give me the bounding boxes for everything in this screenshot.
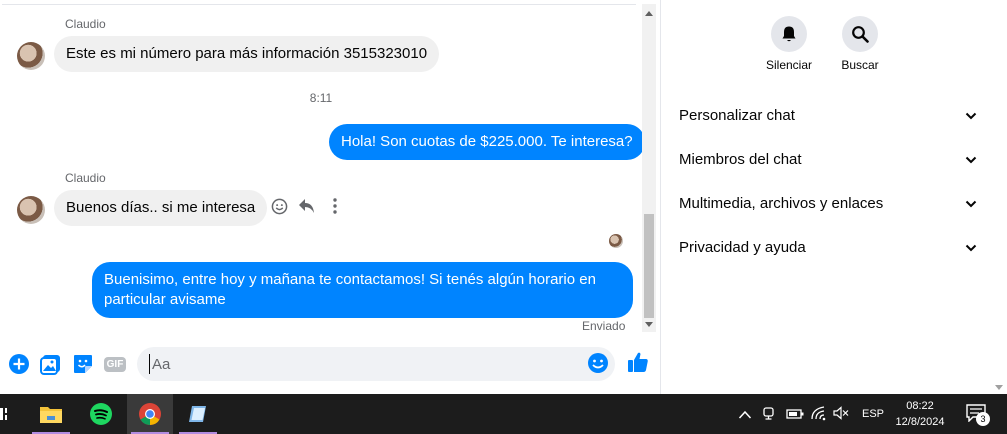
language-indicator[interactable]: ESP	[862, 394, 884, 434]
message-bubble-incoming[interactable]: Buenos días.. si me interesa	[54, 190, 268, 226]
section-privacy-help[interactable]: Privacidad y ayuda	[679, 235, 977, 259]
message-bubble-incoming[interactable]: Este es mi número para más información 3…	[54, 36, 440, 72]
sender-name: Claudio	[65, 171, 106, 185]
page-scrollbar[interactable]	[992, 0, 1007, 394]
message-input-box	[137, 347, 615, 381]
scroll-up-icon[interactable]	[645, 11, 653, 16]
clock-date: 12/8/2024	[895, 416, 945, 428]
delivery-status: Enviado	[582, 319, 626, 333]
section-label: Multimedia, archivos y enlaces	[679, 194, 884, 212]
gif-icon[interactable]: GIF	[103, 352, 127, 376]
taskbar: ESP 08:22 12/8/2024 3	[0, 394, 1007, 434]
section-customize-chat[interactable]: Personalizar chat	[679, 103, 977, 127]
chevron-down-icon	[965, 239, 977, 256]
scrollbar-thumb[interactable]	[644, 214, 654, 318]
sticker-icon[interactable]	[71, 352, 95, 376]
chevron-down-icon	[965, 151, 977, 168]
section-label: Privacidad y ayuda	[679, 238, 806, 256]
message-actions	[270, 196, 344, 216]
mute-button[interactable]: Silenciar	[754, 16, 824, 72]
timestamp: 8:11	[309, 91, 333, 105]
chrome-icon[interactable]	[127, 394, 173, 434]
bell-icon	[771, 16, 807, 52]
search-icon	[842, 16, 878, 52]
scroll-down-icon[interactable]	[995, 385, 1003, 390]
chevron-up-icon[interactable]	[738, 407, 752, 425]
wifi-icon[interactable]	[810, 405, 828, 426]
mute-label: Silenciar	[765, 58, 813, 72]
message-bubble-outgoing[interactable]: Hola! Son cuotas de $225.000. Te interes…	[329, 124, 642, 160]
seen-avatar	[609, 234, 623, 248]
gif-label: GIF	[103, 356, 127, 372]
section-media-files-links[interactable]: Multimedia, archivos y enlaces	[679, 191, 977, 215]
task-view-icon[interactable]	[0, 407, 10, 426]
message-bubble-outgoing[interactable]: Buenisimo, entre hoy y mañana te contact…	[92, 262, 633, 318]
chevron-down-icon	[965, 107, 977, 124]
clock[interactable]: 08:22 12/8/2024	[888, 398, 952, 430]
react-icon[interactable]	[270, 196, 288, 216]
spotify-icon[interactable]	[78, 394, 124, 434]
notepad-icon[interactable]	[175, 394, 221, 434]
chevron-down-icon	[965, 195, 977, 212]
search-button[interactable]: Buscar	[825, 16, 895, 72]
message-input[interactable]	[149, 354, 579, 374]
clock-time: 08:22	[906, 400, 934, 412]
messenger-window: Claudio Este es mi número para más infor…	[0, 0, 1007, 394]
chat-scrollbar[interactable]	[642, 4, 656, 332]
search-label: Buscar	[841, 58, 879, 72]
notification-center-button[interactable]: 3	[962, 400, 992, 428]
avatar[interactable]	[17, 42, 45, 70]
like-icon[interactable]	[626, 350, 650, 374]
chat-info-panel: Silenciar Buscar Personalizar chat Miemb…	[660, 0, 1007, 394]
file-explorer-icon[interactable]	[28, 394, 74, 434]
scroll-down-icon[interactable]	[645, 322, 653, 327]
emoji-icon[interactable]	[587, 352, 609, 379]
image-icon[interactable]	[39, 352, 63, 376]
section-label: Miembros del chat	[679, 150, 802, 168]
section-chat-members[interactable]: Miembros del chat	[679, 147, 977, 171]
meet-now-icon[interactable]	[762, 405, 776, 426]
divider	[2, 4, 636, 5]
volume-muted-icon[interactable]	[833, 406, 849, 425]
sender-name: Claudio	[65, 17, 106, 31]
battery-icon[interactable]	[786, 407, 804, 425]
more-icon[interactable]	[326, 196, 344, 216]
notification-badge: 3	[976, 412, 990, 426]
message-composer: GIF	[0, 342, 660, 394]
reply-icon[interactable]	[298, 196, 316, 216]
conversation-pane: Claudio Este es mi número para más infor…	[0, 0, 642, 342]
avatar[interactable]	[17, 196, 45, 224]
section-label: Personalizar chat	[679, 106, 795, 124]
add-icon[interactable]	[7, 352, 31, 376]
